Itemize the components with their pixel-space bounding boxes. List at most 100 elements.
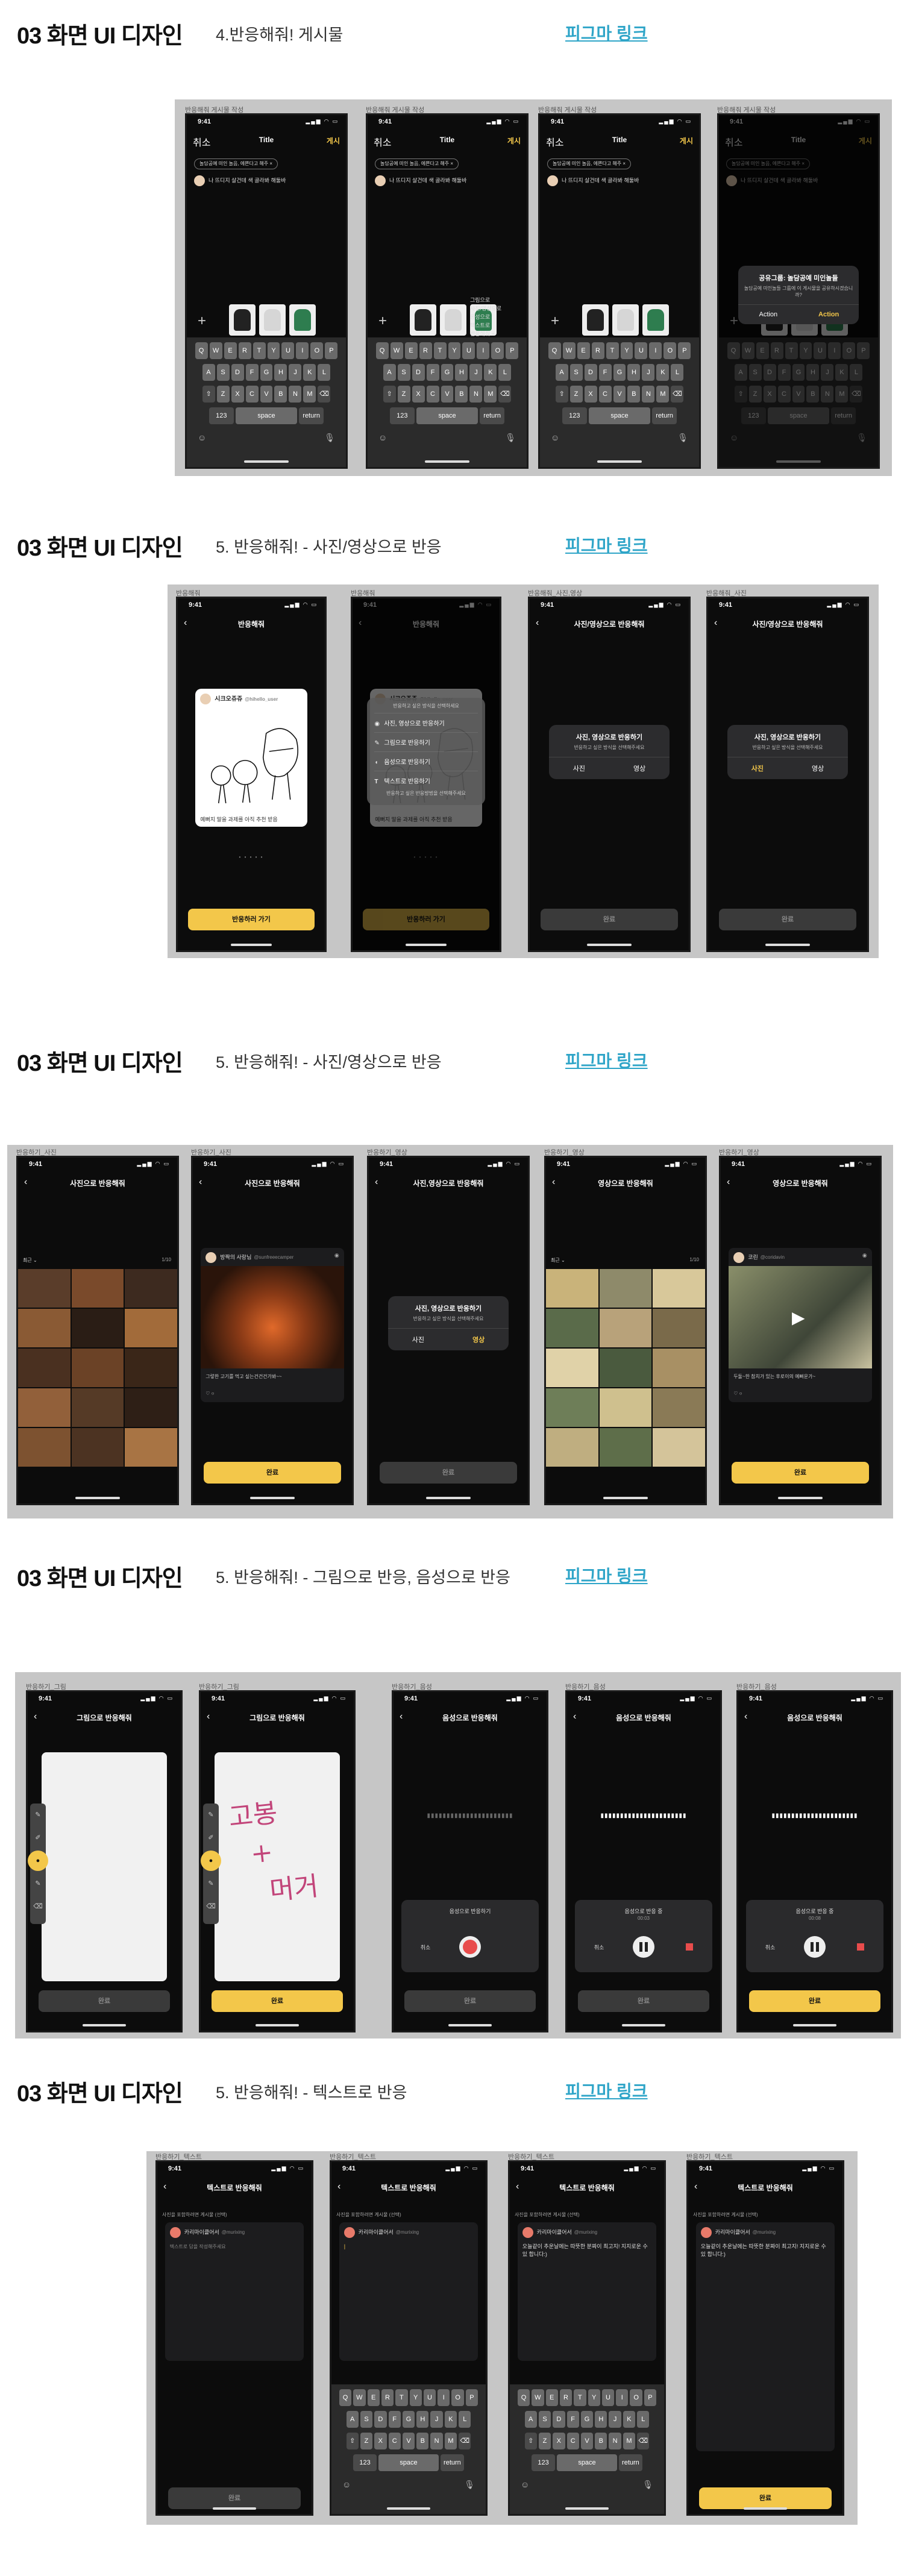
key[interactable]: D (231, 364, 244, 381)
pen-icon[interactable]: ✎ (30, 1807, 46, 1823)
done-button[interactable]: 완료 (38, 1990, 171, 2012)
sheet-item[interactable]: ◉ 사진, 영상으로 반응하기 (374, 713, 478, 732)
photo-thumbnail[interactable] (71, 1388, 124, 1427)
photo-thumbnail[interactable] (653, 1309, 705, 1347)
space-key[interactable]: space (588, 407, 651, 424)
play-icon[interactable]: ▶ (792, 1308, 805, 1327)
photo-thumbnail[interactable] (599, 1309, 652, 1347)
photo-thumbnail[interactable] (71, 1309, 124, 1347)
key[interactable]: Q (339, 2389, 352, 2406)
cancel-button[interactable]: 취소 (765, 1943, 776, 1951)
emoji-icon[interactable]: ☺ (342, 2480, 351, 2490)
key[interactable]: H (627, 364, 641, 381)
photo-thumbnail[interactable] (546, 1428, 598, 1467)
key[interactable]: M (303, 386, 316, 403)
key[interactable]: T (253, 342, 266, 359)
emoji-icon[interactable]: ☺ (551, 433, 559, 443)
mic-icon[interactable]: 🎙 (677, 433, 688, 443)
key[interactable]: J (430, 2411, 443, 2428)
key[interactable]: E (224, 342, 237, 359)
key[interactable]: F (598, 364, 612, 381)
key[interactable]: ⇧ (524, 2433, 537, 2449)
photo-thumbnail[interactable] (546, 1309, 598, 1347)
hoodie-image[interactable] (289, 304, 316, 336)
photo-thumbnail[interactable] (599, 1428, 652, 1467)
mic-icon[interactable]: 🎙 (505, 433, 516, 443)
key[interactable]: B (627, 386, 641, 403)
key[interactable]: X (231, 386, 244, 403)
color-picker[interactable]: ● (201, 1851, 221, 1871)
camera-icon[interactable]: ◉ (334, 1252, 339, 1259)
photo-thumbnail[interactable] (653, 1349, 705, 1387)
key[interactable]: S (569, 364, 583, 381)
key[interactable]: L (637, 2411, 650, 2428)
key[interactable]: O (630, 2389, 642, 2406)
key[interactable]: E (404, 342, 418, 359)
key[interactable]: X (584, 386, 597, 403)
key[interactable]: E (367, 2389, 380, 2406)
key[interactable]: P (465, 2389, 478, 2406)
key[interactable]: X (374, 2433, 387, 2449)
hoodie-image[interactable] (259, 304, 286, 336)
key[interactable]: K (623, 2411, 636, 2428)
photo-thumbnail[interactable] (71, 1269, 124, 1308)
done-button[interactable]: 완료 (719, 909, 856, 930)
photo-thumbnail[interactable] (599, 1388, 652, 1427)
key[interactable]: Y (409, 2389, 422, 2406)
key[interactable]: P (506, 342, 519, 359)
emoji-icon[interactable]: ☺ (378, 433, 387, 443)
post-button[interactable]: 게시 (507, 136, 521, 146)
key[interactable]: C (426, 386, 439, 403)
key[interactable]: I (616, 2389, 629, 2406)
photo-thumbnail[interactable] (653, 1269, 705, 1308)
text-reply-card[interactable]: 카리마이클어서 @murixing 텍스트로 답을 작성해주세요 (165, 2222, 304, 2361)
key[interactable]: I (649, 342, 662, 359)
key[interactable]: Q (517, 2389, 530, 2406)
key[interactable]: W (353, 2389, 366, 2406)
text-reply-card[interactable]: 카리마이클어서 @murixing 오늘같이 추운날에는 따뜻한 분짜이 최고지! … (695, 2222, 835, 2451)
photo-thumbnail[interactable] (125, 1349, 177, 1387)
key[interactable]: N (469, 386, 483, 403)
done-button[interactable]: 완료 (732, 1462, 869, 1484)
reaction-icons[interactable]: ♡ ○ (201, 1385, 344, 1402)
text-reply-card[interactable]: 카리마이클어서 @murixing | (339, 2222, 478, 2361)
key[interactable]: Y (588, 2389, 600, 2406)
key[interactable]: Z (569, 386, 583, 403)
pause-button[interactable] (803, 1936, 826, 1958)
key[interactable]: Z (397, 386, 410, 403)
color-picker[interactable]: ● (28, 1851, 48, 1871)
key[interactable]: N (609, 2433, 621, 2449)
cancel-button[interactable]: 취소 (421, 1943, 431, 1951)
photo-thumbnail[interactable] (653, 1428, 705, 1467)
key[interactable]: B (455, 386, 468, 403)
key[interactable]: G (402, 2411, 415, 2428)
text-input[interactable]: 오늘같이 추운날에는 따뜻한 분짜이 최고지! 지지로운 수 있 합니다:) (522, 2243, 651, 2258)
marker-icon[interactable]: ✎ (203, 1876, 219, 1891)
key[interactable]: Y (620, 342, 633, 359)
photo-thumbnail[interactable] (546, 1269, 598, 1308)
key[interactable]: N (642, 386, 655, 403)
key[interactable]: I (438, 2389, 450, 2406)
pen-icon[interactable]: ✎ (203, 1807, 219, 1823)
add-image-icon[interactable]: + (198, 313, 206, 330)
text-input[interactable]: 오늘같이 추운날에는 따뜻한 분짜이 최고지! 지지로운 수 있 합니다:) (701, 2243, 830, 2258)
key[interactable]: D (374, 2411, 387, 2428)
key[interactable]: R (591, 342, 604, 359)
done-button[interactable]: 완료 (404, 1990, 536, 2012)
key[interactable]: V (441, 386, 454, 403)
key[interactable]: N (430, 2433, 443, 2449)
react-type-item[interactable]: 그림으로 (470, 296, 521, 304)
text-input[interactable]: 텍스트로 답을 작성해주세요 (170, 2243, 299, 2251)
key[interactable]: ⌫ (318, 386, 331, 403)
photo-thumbnail[interactable] (599, 1349, 652, 1387)
drawing-canvas[interactable] (41, 1752, 168, 1981)
key[interactable]: V (580, 2433, 594, 2449)
key[interactable]: H (595, 2411, 607, 2428)
key[interactable]: A (524, 2411, 537, 2428)
key[interactable]: ⌫ (671, 386, 684, 403)
key[interactable]: O (491, 342, 504, 359)
add-image-icon[interactable]: + (378, 313, 387, 330)
key[interactable]: R (238, 342, 251, 359)
key[interactable]: C (566, 2433, 579, 2449)
photo-thumbnail[interactable] (546, 1388, 598, 1427)
